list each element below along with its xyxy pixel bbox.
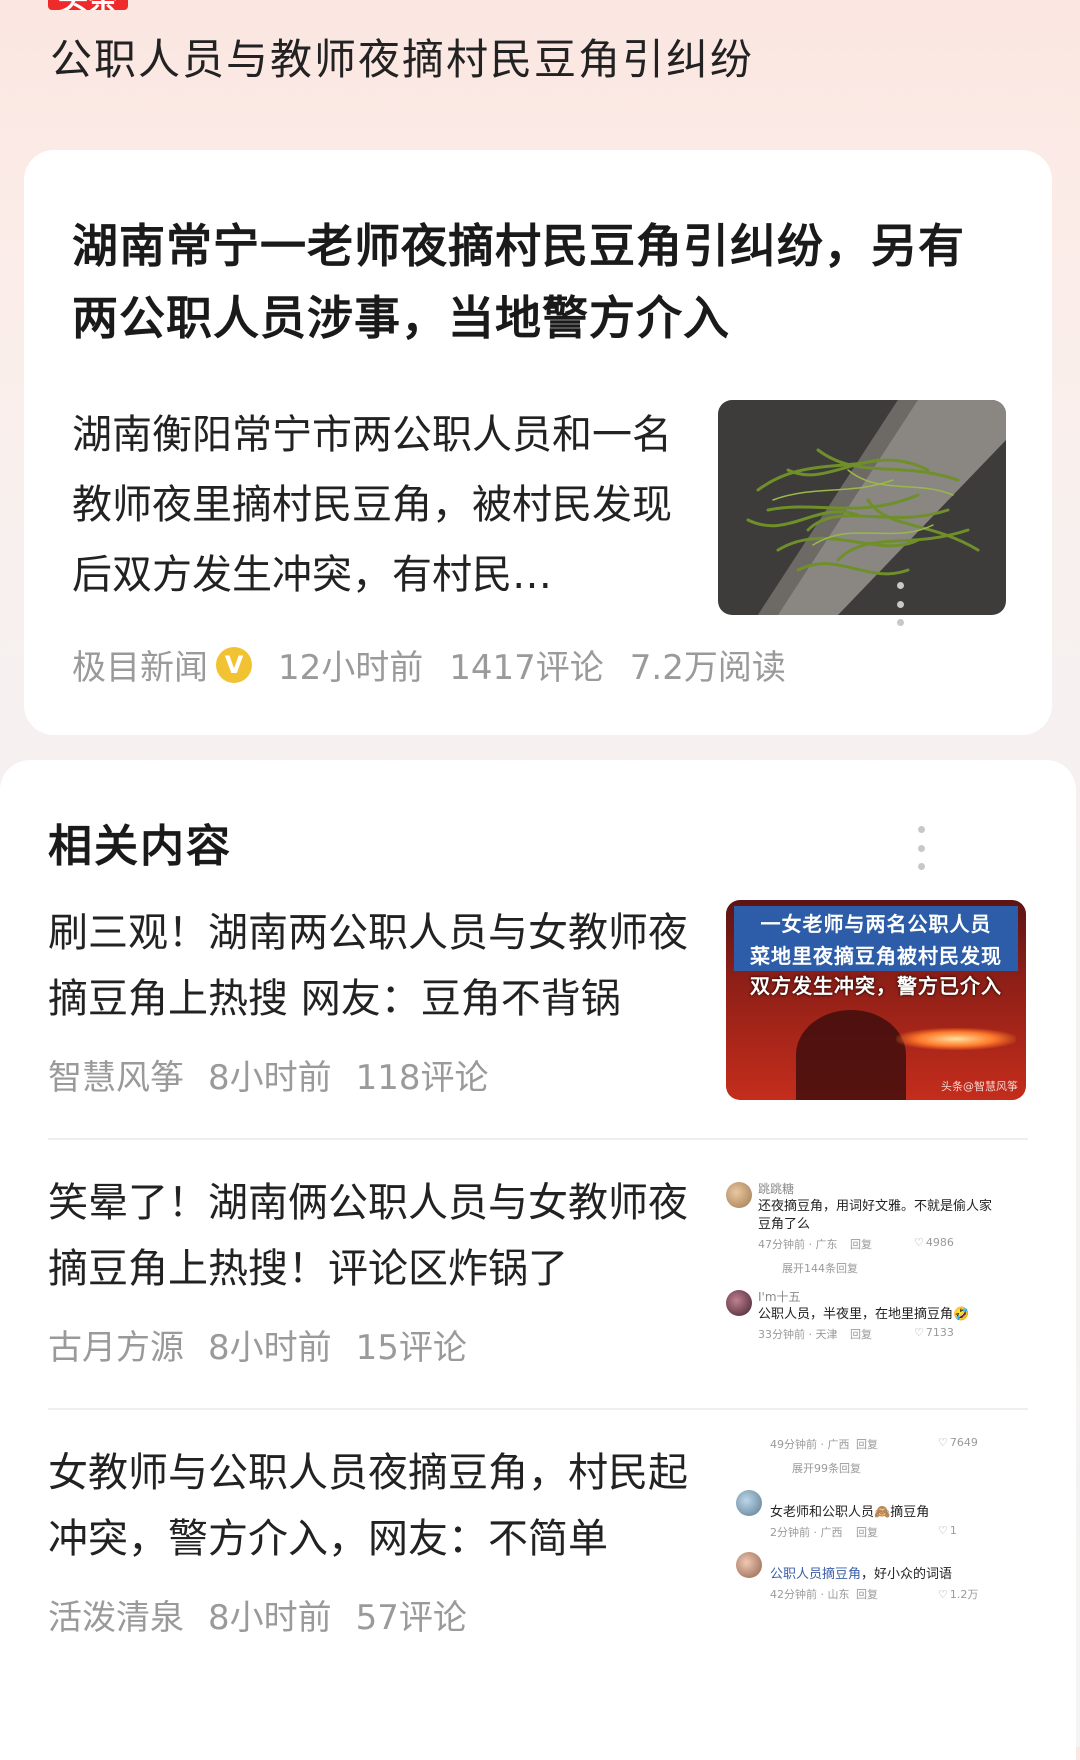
comment-meta: 47分钟前 · 广东: [758, 1238, 838, 1251]
related-content-card: 相关内容 刷三观！湖南两公职人员与女教师夜摘豆角上热搜 网友：豆角不背锅 智慧风…: [0, 760, 1076, 1760]
related-item-thumbnail[interactable]: 跳跳糖 还夜摘豆角，用词好文雅。不就是偷人家豆角了么 47分钟前 · 广东 回复…: [726, 1162, 1026, 1362]
comment-text: 公职人员，半夜里，在地里摘豆角🤣: [758, 1307, 970, 1322]
related-item-3[interactable]: 女教师与公职人员夜摘豆角，村民起冲突，警方介入，网友：不简单 活泼清泉 8小时前…: [48, 1432, 1028, 1710]
related-item-comments: 15评论: [355, 1328, 467, 1368]
comment-author: I'm十五: [758, 1290, 801, 1304]
related-item-meta: 古月方源 8小时前 15评论: [48, 1320, 467, 1369]
silhouette-shape: [796, 1010, 906, 1100]
comment-meta: 49分钟前 · 广西: [770, 1438, 850, 1451]
related-item-2[interactable]: 笑晕了！湖南俩公职人员与女教师夜摘豆角上热搜！评论区炸锅了 古月方源 8小时前 …: [48, 1162, 1028, 1440]
related-item-title[interactable]: 笑晕了！湖南俩公职人员与女教师夜摘豆角上热搜！评论区炸锅了: [48, 1170, 688, 1302]
related-item-title[interactable]: 刷三观！湖南两公职人员与女教师夜摘豆角上热搜 网友：豆角不背锅: [48, 900, 688, 1032]
comment-text: 女老师和公职人员🙈摘豆角: [770, 1505, 930, 1520]
related-item-source: 古月方源: [48, 1328, 184, 1368]
avatar: [726, 1290, 752, 1316]
comment-meta: 2分钟前 · 广西: [770, 1526, 843, 1539]
more-options-icon[interactable]: [894, 582, 906, 626]
related-item-1[interactable]: 刷三观！湖南两公职人员与女教师夜摘豆角上热搜 网友：豆角不背锅 智慧风筝 8小时…: [48, 900, 1028, 1170]
long-beans-on-road-image: [718, 400, 1006, 615]
comment-meta: 42分钟前 · 山东: [770, 1588, 850, 1601]
divider: [48, 1138, 1028, 1140]
article-summary[interactable]: 湖南衡阳常宁市两公职人员和一名教师夜里摘村民豆角，被村民发现后双方发生冲突，有村…: [72, 400, 672, 610]
related-item-time: 8小时前: [208, 1598, 332, 1638]
tail-light-glow: [896, 1028, 1016, 1050]
main-article-card[interactable]: 湖南常宁一老师夜摘村民豆角引纠纷，另有两公职人员涉事，当地警方介入 湖南衡阳常宁…: [24, 150, 1052, 735]
like-count: 1.2万: [938, 1586, 979, 1602]
comment-meta: 33分钟前 · 天津: [758, 1328, 838, 1341]
related-item-comments: 118评论: [355, 1058, 489, 1098]
article-time: 12小时前: [278, 648, 424, 688]
article-meta: 极目新闻 V 12小时前 1417评论 7.2万阅读: [72, 640, 786, 689]
reply-label: 回复: [850, 1238, 872, 1251]
reply-label: 回复: [856, 1526, 878, 1539]
hot-topic-title[interactable]: 公职人员与教师夜摘村民豆角引纠纷: [50, 26, 754, 87]
expand-replies: 展开144条回复: [782, 1262, 858, 1275]
reply-label: 回复: [856, 1588, 878, 1601]
article-reads: 7.2万阅读: [629, 648, 786, 688]
like-count: 7649: [938, 1436, 978, 1449]
divider: [48, 1408, 1028, 1410]
related-item-meta: 活泼清泉 8小时前 57评论: [48, 1590, 467, 1639]
reply-label: 回复: [850, 1328, 872, 1341]
thumb-caption-line: 双方发生冲突，警方已介入: [750, 974, 1002, 998]
avatar: [736, 1490, 762, 1516]
related-section-title: 相关内容: [48, 821, 232, 872]
like-count: 7133: [914, 1326, 954, 1339]
related-item-time: 8小时前: [208, 1328, 332, 1368]
related-item-source: 智慧风筝: [48, 1058, 184, 1098]
like-count: 4986: [914, 1236, 954, 1249]
related-item-title[interactable]: 女教师与公职人员夜摘豆角，村民起冲突，警方介入，网友：不简单: [48, 1440, 688, 1572]
thumb-watermark: 头条@智慧风筝: [941, 1080, 1018, 1093]
article-comments: 1417评论: [449, 648, 604, 688]
comment-text: 还夜摘豆角，用词好文雅。不就是偷人家豆角了么: [758, 1199, 993, 1232]
related-item-thumbnail[interactable]: 49分钟前 · 广西 回复 7649 展开99条回复 女老师和公职人员🙈摘豆角 …: [726, 1432, 1026, 1632]
expand-replies: 展开99条回复: [792, 1462, 861, 1475]
article-headline[interactable]: 湖南常宁一老师夜摘村民豆角引纠纷，另有两公职人员涉事，当地警方介入: [72, 210, 992, 354]
comment-text: 公职人员摘豆角，好小众的词语: [770, 1567, 953, 1582]
article-thumbnail[interactable]: [718, 400, 1006, 615]
like-count: 1: [938, 1524, 957, 1537]
related-item-thumbnail[interactable]: 一女老师与两名公职人员 菜地里夜摘豆角被村民发现 双方发生冲突，警方已介入 头条…: [726, 900, 1026, 1100]
article-source[interactable]: 极目新闻: [72, 640, 208, 689]
related-item-comments: 57评论: [355, 1598, 467, 1638]
hot-list-banner: 头条 热榜: [48, 0, 204, 10]
reply-label: 回复: [856, 1438, 878, 1451]
hot-list-label: 热榜: [140, 0, 204, 10]
verified-badge-icon: V: [216, 646, 252, 683]
thumb-caption-line: 菜地里夜摘豆角被村民发现: [734, 938, 1018, 971]
thumb-caption-line: 一女老师与两名公职人员: [734, 906, 1018, 939]
related-more-options-icon[interactable]: [915, 826, 927, 870]
avatar: [726, 1182, 752, 1208]
related-item-meta: 智慧风筝 8小时前 118评论: [48, 1050, 489, 1099]
comment-author: 跳跳糖: [758, 1182, 795, 1196]
related-item-source: 活泼清泉: [48, 1598, 184, 1638]
avatar: [736, 1552, 762, 1578]
related-item-time: 8小时前: [208, 1058, 332, 1098]
toutiao-badge: 头条: [48, 0, 128, 10]
